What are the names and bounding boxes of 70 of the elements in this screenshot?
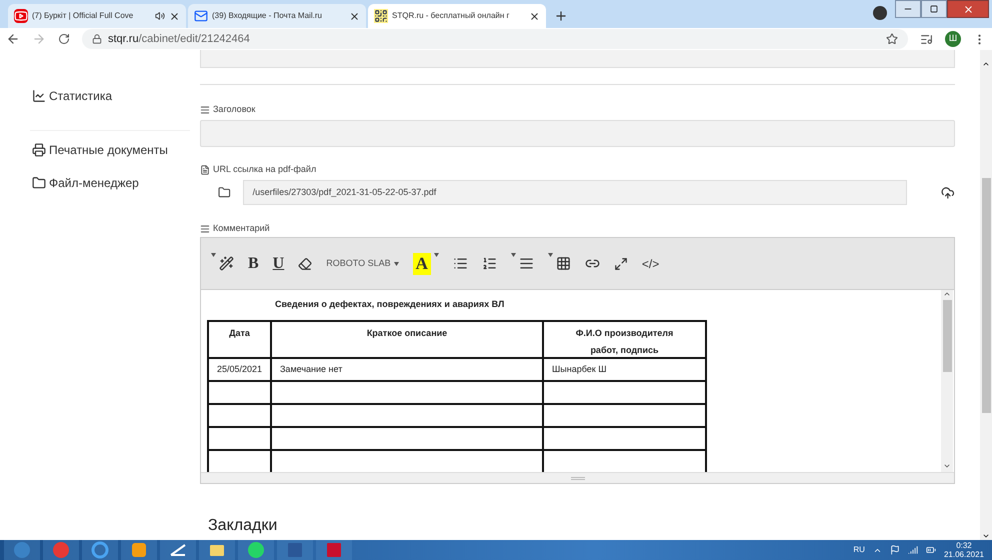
pdf-url-field[interactable]: /userfiles/27303/pdf_2021-31-05-22-05-37.pdf (242, 180, 908, 205)
close-icon[interactable] (169, 10, 180, 22)
reload-icon[interactable] (58, 33, 70, 45)
field-label: Заголовок (200, 102, 955, 118)
chart-icon (32, 89, 46, 103)
language-indicator[interactable]: RU (853, 544, 865, 556)
close-icon (962, 4, 974, 14)
restore-button[interactable] (921, 0, 947, 18)
scroll-down-icon[interactable] (982, 532, 990, 540)
scroll-thumb[interactable] (942, 300, 952, 372)
clock[interactable]: 0:32 21.06.2021 (944, 541, 984, 559)
sidebar-item[interactable]: Статистика (32, 88, 190, 104)
star-icon[interactable] (886, 33, 898, 45)
table-header-cell: Краткое описание (272, 322, 544, 357)
numbered-list-icon (482, 256, 497, 271)
scroll-up-icon[interactable] (982, 60, 990, 68)
table-cell: 25/05/2021 (209, 359, 272, 380)
close-icon[interactable] (349, 10, 360, 22)
flag-icon[interactable] (890, 545, 900, 555)
wedge-icon[interactable] (160, 540, 196, 560)
video-icon (14, 9, 28, 23)
resize-handle[interactable] (201, 472, 954, 483)
profile-avatar[interactable]: Ш (945, 31, 961, 47)
mail-icon (194, 9, 208, 23)
lines-icon (200, 224, 210, 234)
lines-icon (200, 105, 210, 115)
sidebar-item[interactable]: Файл-менеджер (32, 175, 190, 191)
battery-icon[interactable] (926, 545, 936, 555)
align-icon (518, 256, 534, 271)
printer-icon (32, 143, 46, 157)
close-icon[interactable] (529, 10, 540, 22)
new-tab-icon[interactable] (554, 9, 568, 23)
tab-search-button[interactable] (873, 6, 887, 20)
scroll-up-icon[interactable] (943, 290, 951, 298)
magic-wand-icon (219, 256, 234, 271)
browser-tab[interactable]: (7) Буркіт | Official Full Cove (8, 4, 186, 28)
underline-button[interactable]: U (266, 250, 290, 276)
address-field[interactable]: stqr.ru/cabinet/edit/21242464 (82, 29, 908, 49)
table-cell: Шынарбек Ш (544, 359, 707, 380)
font-dropdown[interactable]: ROBOTO SLAB (320, 250, 405, 276)
table-header-cell: Дата (209, 322, 272, 357)
document-heading: Сведения о дефектах, повреждениях и авариях ВЛ (275, 298, 506, 311)
bullet-list-icon (452, 256, 468, 271)
scroll-thumb[interactable] (982, 178, 990, 413)
field-label: URL ссылка на pdf-файл (200, 162, 955, 178)
code-view-button[interactable]: </> (636, 250, 666, 276)
text-color-button[interactable]: A (406, 250, 445, 276)
field-label: Комментарий (200, 221, 955, 237)
back-icon[interactable] (6, 32, 20, 46)
section-heading: Закладки (208, 516, 278, 534)
lock-icon (92, 34, 102, 44)
browser-tab[interactable]: STQR.ru - бесплатный онлайн г (368, 4, 546, 28)
caret-icon (394, 262, 399, 266)
scroll-down-icon[interactable] (943, 462, 951, 470)
media-control-icon[interactable] (920, 32, 933, 46)
bold-button[interactable]: B (242, 250, 265, 276)
title-field[interactable] (200, 120, 955, 147)
sidebar-item[interactable]: Печатные документы (32, 142, 190, 158)
fullscreen-icon (614, 256, 628, 270)
table-cell: Замечание нет (272, 359, 544, 380)
cloud-upload-icon[interactable] (941, 186, 955, 200)
restore-icon (930, 5, 938, 13)
eraser-icon (298, 256, 312, 270)
table-icon (556, 256, 571, 271)
start-orb-icon[interactable] (4, 540, 40, 560)
table-header-cell: Ф.И.О производителя работ, подпись (544, 322, 707, 357)
qr-code-icon (374, 9, 388, 23)
signal-icon[interactable] (908, 545, 918, 555)
close-button[interactable] (947, 0, 989, 18)
browser-tab[interactable]: (39) Входящие - Почта Mail.ru (188, 4, 366, 28)
